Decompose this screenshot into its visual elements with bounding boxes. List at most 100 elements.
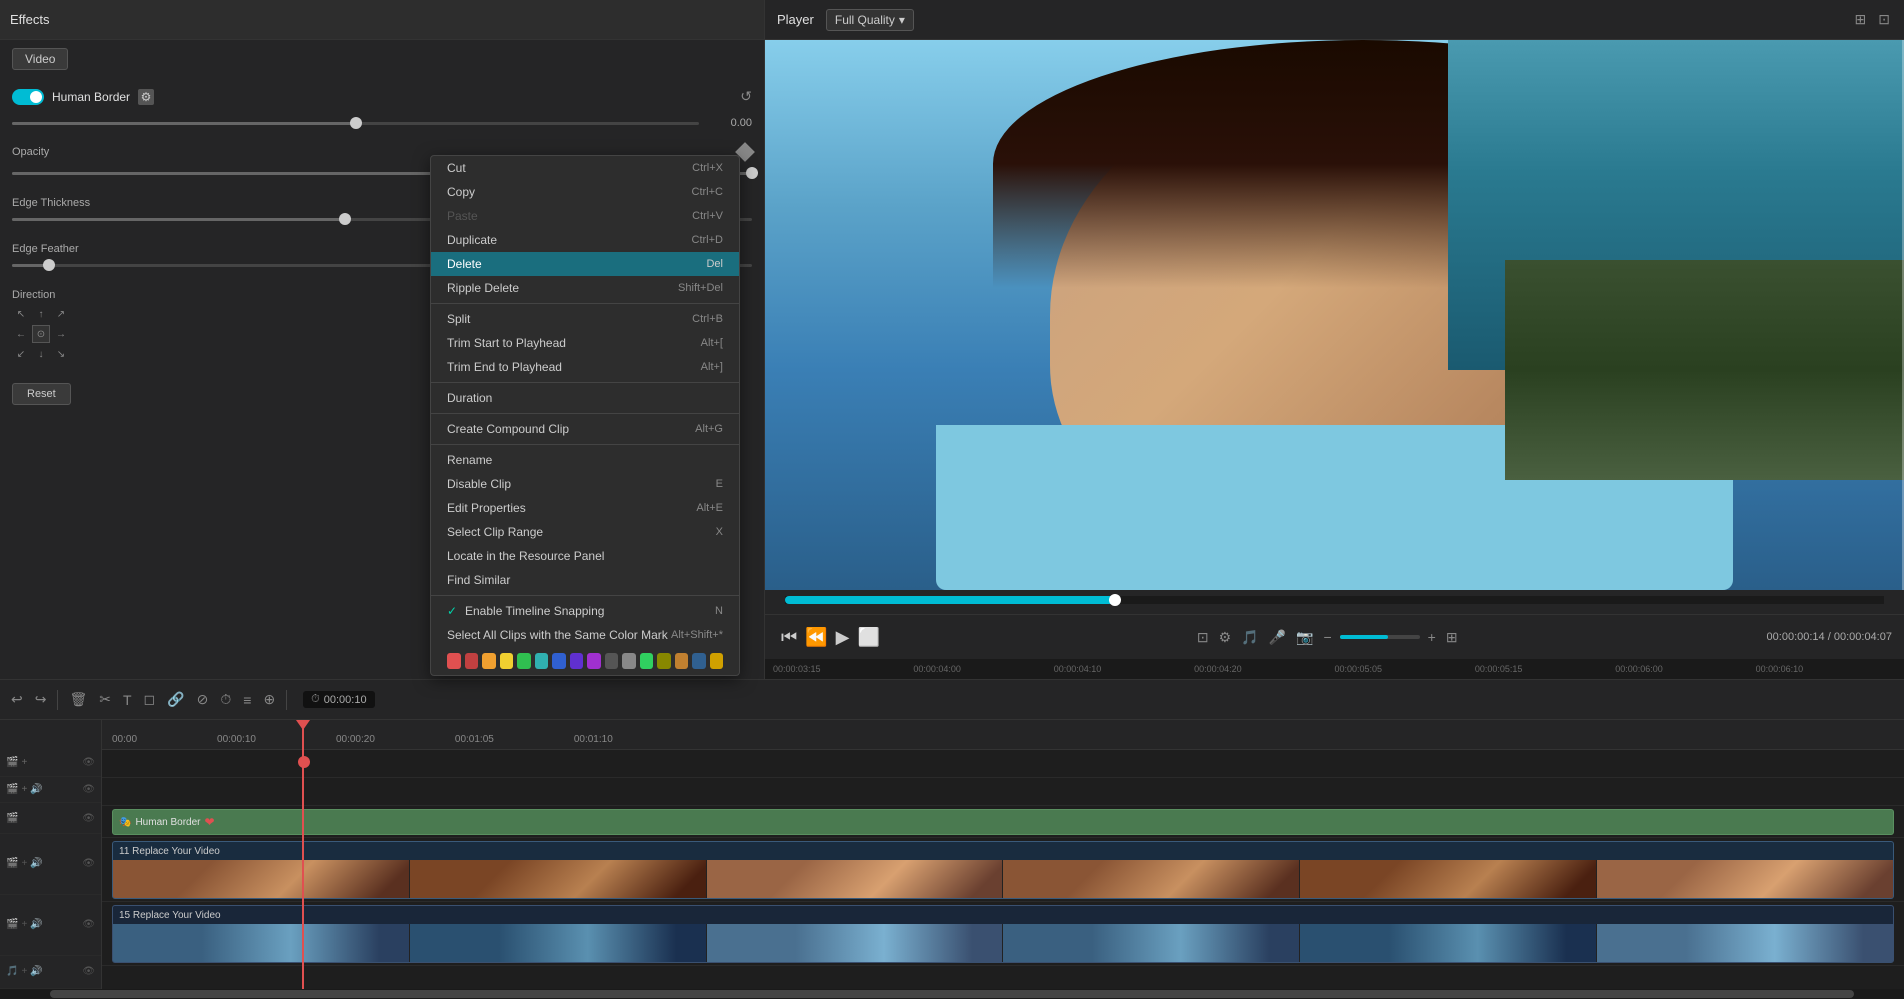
direction-down-right[interactable]: ↘ <box>52 345 70 363</box>
direction-up[interactable]: ↑ <box>32 305 50 323</box>
track-v4-add[interactable]: + <box>21 784 27 795</box>
track-v2-vol[interactable]: 🔊 <box>30 858 42 869</box>
refresh-icon[interactable]: ↺ <box>740 88 752 105</box>
main-slider-thumb[interactable] <box>350 117 362 129</box>
ctx-ripple-delete[interactable]: Ripple Delete Shift+Del <box>431 276 739 300</box>
edge-feather-thumb[interactable] <box>43 259 55 271</box>
human-border-toggle[interactable] <box>12 89 44 105</box>
ctx-compound[interactable]: Create Compound Clip Alt+G <box>431 417 739 441</box>
track-a1-vol[interactable]: 🔊 <box>30 966 42 977</box>
grid2-icon[interactable]: ⊞ <box>1444 627 1460 648</box>
swatch-brown[interactable] <box>675 653 689 669</box>
ctx-cut[interactable]: Cut Ctrl+X <box>431 156 739 180</box>
track-a1-eye[interactable]: 👁 <box>82 966 95 977</box>
zoom-slider[interactable] <box>1340 635 1420 639</box>
ctx-find-similar[interactable]: Find Similar <box>431 568 739 592</box>
track-a1-add[interactable]: + <box>21 966 27 977</box>
ctx-duration[interactable]: Duration <box>431 386 739 410</box>
fullscreen-button[interactable]: ⬜ <box>857 627 879 648</box>
ctx-trim-end[interactable]: Trim End to Playhead Alt+] <box>431 355 739 379</box>
audio-icon[interactable]: 🎵 <box>1239 627 1260 648</box>
scrubber-thumb[interactable] <box>1109 594 1121 606</box>
mic-icon[interactable]: 🎤 <box>1267 627 1288 648</box>
swatch-yellow[interactable] <box>500 653 514 669</box>
delete-track-icon[interactable]: 🗑 <box>66 688 90 711</box>
ctx-split[interactable]: Split Ctrl+B <box>431 307 739 331</box>
human-border-clip[interactable]: 🎭 Human Border ❤ <box>112 809 1894 835</box>
player-settings-icon[interactable]: ⊡ <box>1876 9 1892 30</box>
timer-icon[interactable]: ⏱ <box>217 688 234 711</box>
scrollbar-thumb[interactable] <box>50 990 1854 998</box>
link-icon[interactable]: 🔗 <box>164 688 187 711</box>
direction-up-right[interactable]: ↗ <box>52 305 70 323</box>
ctx-delete[interactable]: Delete Del <box>431 252 739 276</box>
ctx-rename[interactable]: Rename <box>431 448 739 472</box>
swatch-navy[interactable] <box>692 653 706 669</box>
direction-down-left[interactable]: ↙ <box>12 345 30 363</box>
normalize-icon[interactable]: ≡ <box>240 689 254 711</box>
swatch-dark-red[interactable] <box>465 653 479 669</box>
video-tag-button[interactable]: Video <box>12 48 68 70</box>
track-v1-add[interactable]: + <box>21 919 27 930</box>
text-icon[interactable]: T <box>120 689 135 711</box>
edge-thickness-thumb[interactable] <box>339 213 351 225</box>
video2-clip[interactable]: 11 Replace Your Video <box>112 841 1894 899</box>
direction-up-left[interactable]: ↖ <box>12 305 30 323</box>
copy-icon[interactable]: ⊕ <box>260 688 278 711</box>
track-v3-eye[interactable]: 👁 <box>82 813 95 824</box>
undo-icon[interactable]: ↩ <box>8 688 26 711</box>
track-v5-add[interactable]: + <box>21 757 27 768</box>
select-icon[interactable]: ◻ <box>141 688 159 711</box>
track-v1-vol[interactable]: 🔊 <box>30 919 42 930</box>
swatch-purple[interactable] <box>570 653 584 669</box>
swatch-teal[interactable] <box>535 653 549 669</box>
ctx-trim-start[interactable]: Trim Start to Playhead Alt+[ <box>431 331 739 355</box>
ctx-copy[interactable]: Copy Ctrl+C <box>431 180 739 204</box>
swatch-light-gray[interactable] <box>622 653 636 669</box>
swatch-violet[interactable] <box>587 653 601 669</box>
swatch-gray[interactable] <box>605 653 619 669</box>
track-v2-add[interactable]: + <box>21 858 27 869</box>
direction-down[interactable]: ↓ <box>32 345 50 363</box>
video1-clip[interactable]: 15 Replace Your Video <box>112 905 1894 963</box>
track-v2-eye[interactable]: 👁 <box>82 858 95 869</box>
redo-icon[interactable]: ↪ <box>32 688 50 711</box>
ctx-duplicate[interactable]: Duplicate Ctrl+D <box>431 228 739 252</box>
crop-icon[interactable]: ⊡ <box>1195 627 1211 648</box>
swatch-blue[interactable] <box>552 653 566 669</box>
zoom-out-icon[interactable]: − <box>1321 627 1333 647</box>
track-v4-eye[interactable]: 👁 <box>82 784 95 795</box>
human-border-settings-icon[interactable]: ⚙ <box>138 89 154 105</box>
swatch-olive[interactable] <box>657 653 671 669</box>
zoom-in-icon[interactable]: + <box>1426 627 1438 647</box>
direction-right[interactable]: → <box>52 325 70 343</box>
track-v4-vol[interactable]: 🔊 <box>30 784 42 795</box>
play-button[interactable]: ▶ <box>836 627 850 648</box>
ctx-edit-props[interactable]: Edit Properties Alt+E <box>431 496 739 520</box>
screenshot-icon[interactable]: 📷 <box>1294 627 1315 648</box>
swatch-red[interactable] <box>447 653 461 669</box>
ctx-disable-clip[interactable]: Disable Clip E <box>431 472 739 496</box>
step-back-button[interactable]: ⏪ <box>805 627 827 648</box>
timeline-scrollbar[interactable] <box>0 989 1904 999</box>
reset-button[interactable]: Reset <box>12 383 71 405</box>
swatch-orange[interactable] <box>482 653 496 669</box>
quality-select[interactable]: Full Quality ▾ <box>826 9 914 31</box>
unlink-icon[interactable]: ⊘ <box>194 688 212 711</box>
swatch-gold[interactable] <box>710 653 724 669</box>
ctx-snapping[interactable]: ✓ Enable Timeline Snapping N <box>431 599 739 623</box>
track-v1-eye[interactable]: 👁 <box>82 919 95 930</box>
swatch-green[interactable] <box>517 653 531 669</box>
track-v5-eye[interactable]: 👁 <box>82 757 95 768</box>
opacity-slider-thumb[interactable] <box>746 167 758 179</box>
swatch-lime[interactable] <box>640 653 654 669</box>
direction-center[interactable]: ⊙ <box>32 325 50 343</box>
direction-left[interactable]: ← <box>12 325 30 343</box>
ctx-color-mark[interactable]: Select All Clips with the Same Color Mar… <box>431 623 739 647</box>
settings2-icon[interactable]: ⚙ <box>1217 627 1234 648</box>
cut-icon[interactable]: ✂ <box>96 688 114 711</box>
player-grid-icon[interactable]: ⊞ <box>1853 9 1869 30</box>
ctx-locate[interactable]: Locate in the Resource Panel <box>431 544 739 568</box>
rewind-button[interactable]: ⏮ <box>781 627 797 648</box>
ctx-select-range[interactable]: Select Clip Range X <box>431 520 739 544</box>
